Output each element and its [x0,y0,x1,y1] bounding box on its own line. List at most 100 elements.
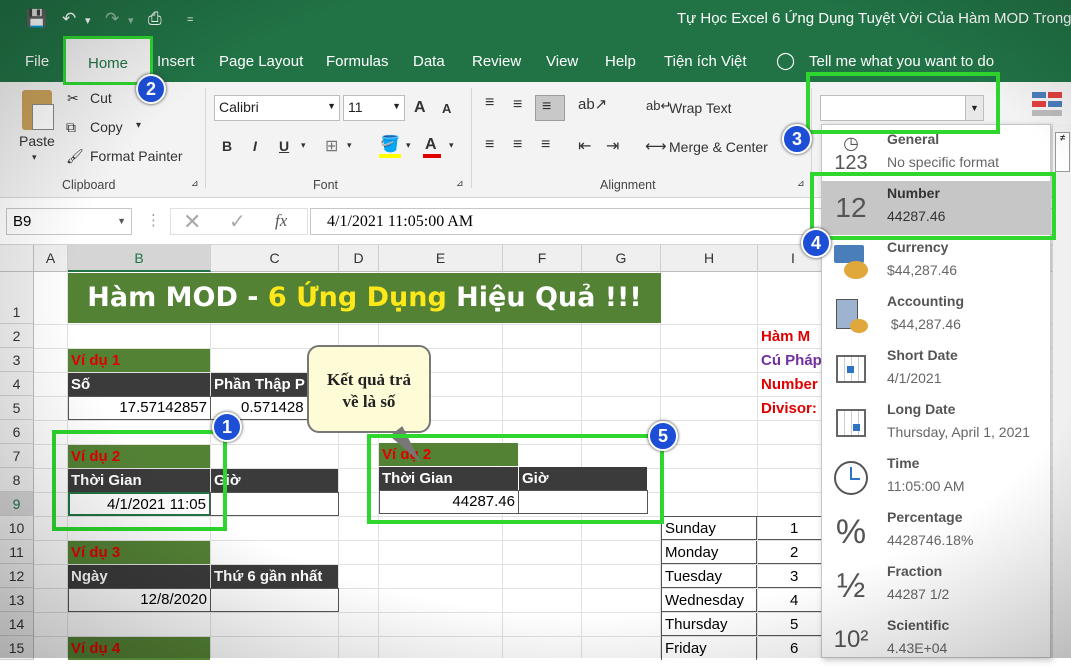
select-all-corner[interactable] [0,245,34,272]
shrink-font-button[interactable]: A [442,101,451,116]
cell-b5[interactable]: 17.57142857 [68,396,211,420]
format-option-percentage[interactable]: % Percentage 4428746.18% [822,505,1051,559]
day-cell[interactable]: Wednesday [662,589,757,612]
header-so[interactable]: Số [68,373,210,396]
cell-i5[interactable]: Divisor: [758,397,821,420]
copy-button[interactable]: Copy [90,119,123,135]
cell-c13[interactable] [210,588,339,612]
row-header-15[interactable]: 15 [0,636,34,660]
row-header-3[interactable]: 3 [0,348,34,372]
day-num-cell[interactable]: 5 [758,613,821,636]
row-header-9[interactable]: 9 [0,492,34,516]
cut-button[interactable]: Cut [90,90,112,106]
conditional-formatting-icon[interactable] [1032,92,1062,122]
fill-color-dropdown-icon[interactable]: ▾ [406,140,411,151]
enter-icon[interactable]: ✓ [229,209,246,234]
row-header-10[interactable]: 10 [0,516,34,540]
row-header-12[interactable]: 12 [0,564,34,588]
tab-view[interactable]: View [546,53,578,70]
undo-icon[interactable]: ↶ [62,9,76,29]
header-gio[interactable]: Giờ [211,469,338,492]
underline-dropdown-icon[interactable]: ▾ [301,140,306,151]
col-header-a[interactable]: A [34,245,68,272]
font-launcher-icon[interactable]: ⊿ [456,178,464,189]
row-header-8[interactable]: 8 [0,468,34,492]
copy-icon[interactable]: ⧉ [66,119,76,136]
scroll-thumb[interactable]: ≠ [1055,132,1070,172]
format-painter-button[interactable]: Format Painter [90,148,183,164]
copy-dropdown-icon[interactable]: ▾ [136,120,141,131]
cell-i4[interactable]: Number [758,373,821,396]
name-box[interactable]: B9 ▼ [6,208,132,235]
format-option-scientific[interactable]: 10² Scientific 4.43E+04 [822,613,1051,667]
borders-dropdown-icon[interactable]: ▾ [347,140,352,151]
cancel-icon[interactable]: ✕ [183,209,201,235]
orientation-icon[interactable]: ab↗ [578,95,607,113]
day-num-cell[interactable]: 1 [758,517,821,540]
tab-tien-ich-viet[interactable]: Tiện ích Việt [664,53,747,70]
font-color-button[interactable]: A [425,136,437,154]
cell-i2[interactable]: Hàm M [758,325,821,348]
col-header-d[interactable]: D [339,245,379,272]
tab-help[interactable]: Help [605,53,636,70]
col-header-e[interactable]: E [379,245,503,272]
row-header-2[interactable]: 2 [0,324,34,348]
col-header-h[interactable]: H [661,245,758,272]
format-option-accounting[interactable]: Accounting $44,287.46 [822,289,1051,343]
example-1-label[interactable]: Ví dụ 1 [68,349,210,372]
format-option-time[interactable]: Time 11:05:00 AM [822,451,1051,505]
save-icon[interactable]: 💾 [26,9,47,29]
format-option-fraction[interactable]: ½ Fraction 44287 1/2 [822,559,1051,613]
format-option-currency[interactable]: Currency $44,287.46 [822,235,1051,289]
row-header-13[interactable]: 13 [0,588,34,612]
borders-icon[interactable]: ⊞ [325,136,338,156]
bold-button[interactable]: B [222,138,232,154]
row-header-1[interactable]: 1 [0,272,34,324]
header-ngay[interactable]: Ngày [68,565,210,588]
drag-handle-icon[interactable]: ⋮ [146,211,161,229]
tell-me-search[interactable]: Tell me what you want to do [809,53,994,70]
row-header-14[interactable]: 14 [0,612,34,636]
col-header-f[interactable]: F [503,245,582,272]
font-color-dropdown-icon[interactable]: ▾ [449,140,454,151]
format-option-long-date[interactable]: Long Date Thursday, April 1, 2021 [822,397,1051,451]
tab-insert[interactable]: Insert [157,53,195,70]
day-cell[interactable]: Monday [662,541,757,564]
underline-button[interactable]: U [279,138,289,154]
header-thu-6[interactable]: Thứ 6 gần nhất [211,565,338,588]
row-header-6[interactable]: 6 [0,420,34,444]
align-top-icon[interactable]: ≡ [485,94,494,112]
align-center-icon[interactable]: ≡ [513,136,522,154]
align-left-icon[interactable]: ≡ [485,136,494,154]
paste-button[interactable]: Paste [19,133,55,149]
scissors-icon[interactable]: ✂ [67,90,79,107]
fill-color-icon[interactable]: 🪣 [380,134,400,154]
day-num-cell[interactable]: 6 [758,637,821,660]
tab-review[interactable]: Review [472,53,521,70]
alignment-launcher-icon[interactable]: ⊿ [797,178,805,189]
merge-center-icon[interactable]: ⟷ [645,137,667,155]
tab-page-layout[interactable]: Page Layout [219,53,303,70]
italic-button[interactable]: I [253,138,257,154]
align-bottom-button[interactable]: ≡ [535,95,565,121]
wrap-text-icon[interactable]: ab↵ [646,98,671,114]
wrap-text-button[interactable]: Wrap Text [669,100,732,116]
day-cell[interactable]: Tuesday [662,565,757,588]
increase-indent-icon[interactable]: ⇥ [606,136,619,156]
example-3-label[interactable]: Ví dụ 3 [68,541,210,564]
cell-c9[interactable] [210,492,339,516]
format-painter-icon[interactable]: 🖌 [66,148,84,165]
day-cell[interactable]: Friday [662,637,757,660]
paste-icon[interactable] [22,90,54,130]
redo-dropdown-icon[interactable]: ▾ [128,14,134,27]
row-header-4[interactable]: 4 [0,372,34,396]
example-4-label[interactable]: Ví dụ 4 [68,637,210,660]
clipboard-launcher-icon[interactable]: ⊿ [191,178,199,189]
grow-font-button[interactable]: A [414,99,426,117]
redo-icon[interactable]: ↷ [105,9,119,29]
font-size-select[interactable]: 11 ▼ [343,95,405,121]
font-name-select[interactable]: Calibri ▼ [214,95,340,121]
col-header-g[interactable]: G [582,245,661,272]
paste-dropdown-icon[interactable]: ▾ [32,152,37,163]
day-num-cell[interactable]: 4 [758,589,821,612]
